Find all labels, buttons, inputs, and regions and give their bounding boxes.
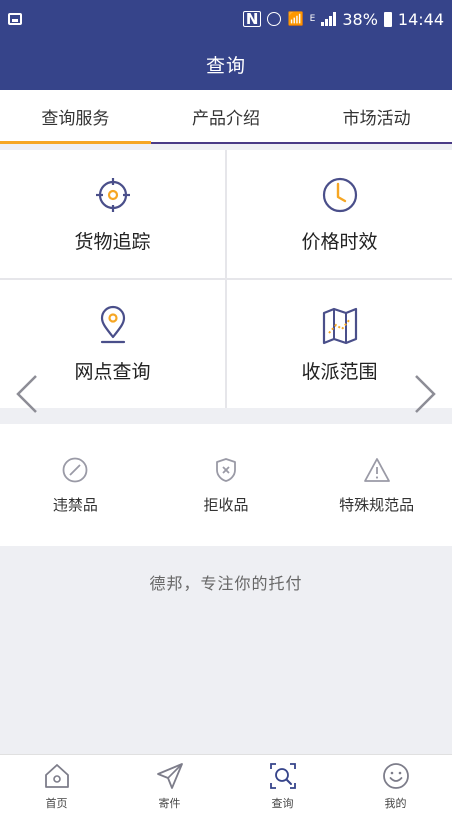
warning-icon: [363, 457, 390, 482]
nfc-icon: N: [242, 11, 262, 27]
wifi-icon: 📶: [287, 11, 304, 27]
service-label: 收派范围: [301, 360, 378, 383]
service-price-timeliness[interactable]: 价格时效: [227, 150, 452, 278]
nav-query[interactable]: 查询: [226, 755, 339, 816]
nav-label: 我的: [384, 796, 407, 810]
smiley-icon: [382, 762, 409, 789]
tab-label: 查询服务: [41, 108, 110, 129]
nav-label: 寄件: [158, 796, 181, 810]
gallery-notification-icon: [8, 13, 22, 25]
service-label: 价格时效: [301, 230, 378, 253]
shield-x-icon: [216, 457, 236, 482]
nav-send[interactable]: 寄件: [113, 755, 226, 816]
restriction-label: 特殊规范品: [339, 495, 415, 514]
service-label: 货物追踪: [74, 230, 151, 253]
slogan-text: 德邦，专注你的托付: [149, 574, 303, 593]
tab-label: 产品介绍: [192, 108, 260, 129]
signal-icon: [321, 12, 337, 26]
restriction-row: 违禁品 拒收品 特殊规范品: [0, 424, 452, 546]
clock-time: 14:44: [397, 9, 444, 29]
crosshair-icon: [95, 177, 130, 212]
battery-icon: [383, 11, 392, 27]
nav-mine[interactable]: 我的: [339, 755, 452, 816]
service-grid: 货物追踪 价格时效 网点查询 收派范围: [0, 150, 452, 408]
page-title: 查询: [205, 54, 246, 77]
restriction-label: 拒收品: [203, 495, 249, 514]
header: 查询: [0, 38, 452, 90]
tab-query-service[interactable]: 查询服务: [0, 90, 151, 144]
nav-label: 查询: [271, 796, 294, 810]
send-icon: [156, 762, 183, 789]
restriction-rejected-items[interactable]: 拒收品: [151, 424, 302, 546]
search-icon: [269, 762, 296, 789]
alarm-icon: [267, 12, 282, 26]
chevron-right-icon: [415, 375, 436, 413]
carousel-prev-button[interactable]: [12, 372, 42, 416]
battery-percent: 38%: [342, 9, 378, 29]
map-icon: [322, 307, 357, 344]
chevron-left-icon: [16, 375, 37, 413]
nav-home[interactable]: 首页: [0, 755, 113, 816]
home-icon: [44, 763, 69, 788]
carousel-next-button[interactable]: [410, 372, 440, 416]
tab-bar: 查询服务 产品介绍 市场活动: [0, 90, 452, 144]
clock-icon: [322, 177, 357, 212]
network-type: E: [309, 14, 316, 24]
service-label: 网点查询: [74, 360, 151, 383]
status-bar: N 📶 E 38% 14:44: [0, 0, 452, 38]
restriction-special-items[interactable]: 特殊规范品: [301, 424, 452, 546]
tab-product-intro[interactable]: 产品介绍: [151, 90, 302, 142]
prohibited-icon: [62, 457, 88, 482]
restriction-prohibited-items[interactable]: 违禁品: [0, 424, 151, 546]
location-pin-icon: [100, 305, 125, 343]
tab-label: 市场活动: [342, 108, 411, 129]
nav-label: 首页: [45, 796, 68, 810]
tab-market-activity[interactable]: 市场活动: [301, 90, 452, 142]
service-cargo-tracking[interactable]: 货物追踪: [0, 150, 225, 278]
restriction-label: 违禁品: [52, 495, 98, 514]
bottom-nav: 首页 寄件 查询 我的: [0, 754, 452, 816]
